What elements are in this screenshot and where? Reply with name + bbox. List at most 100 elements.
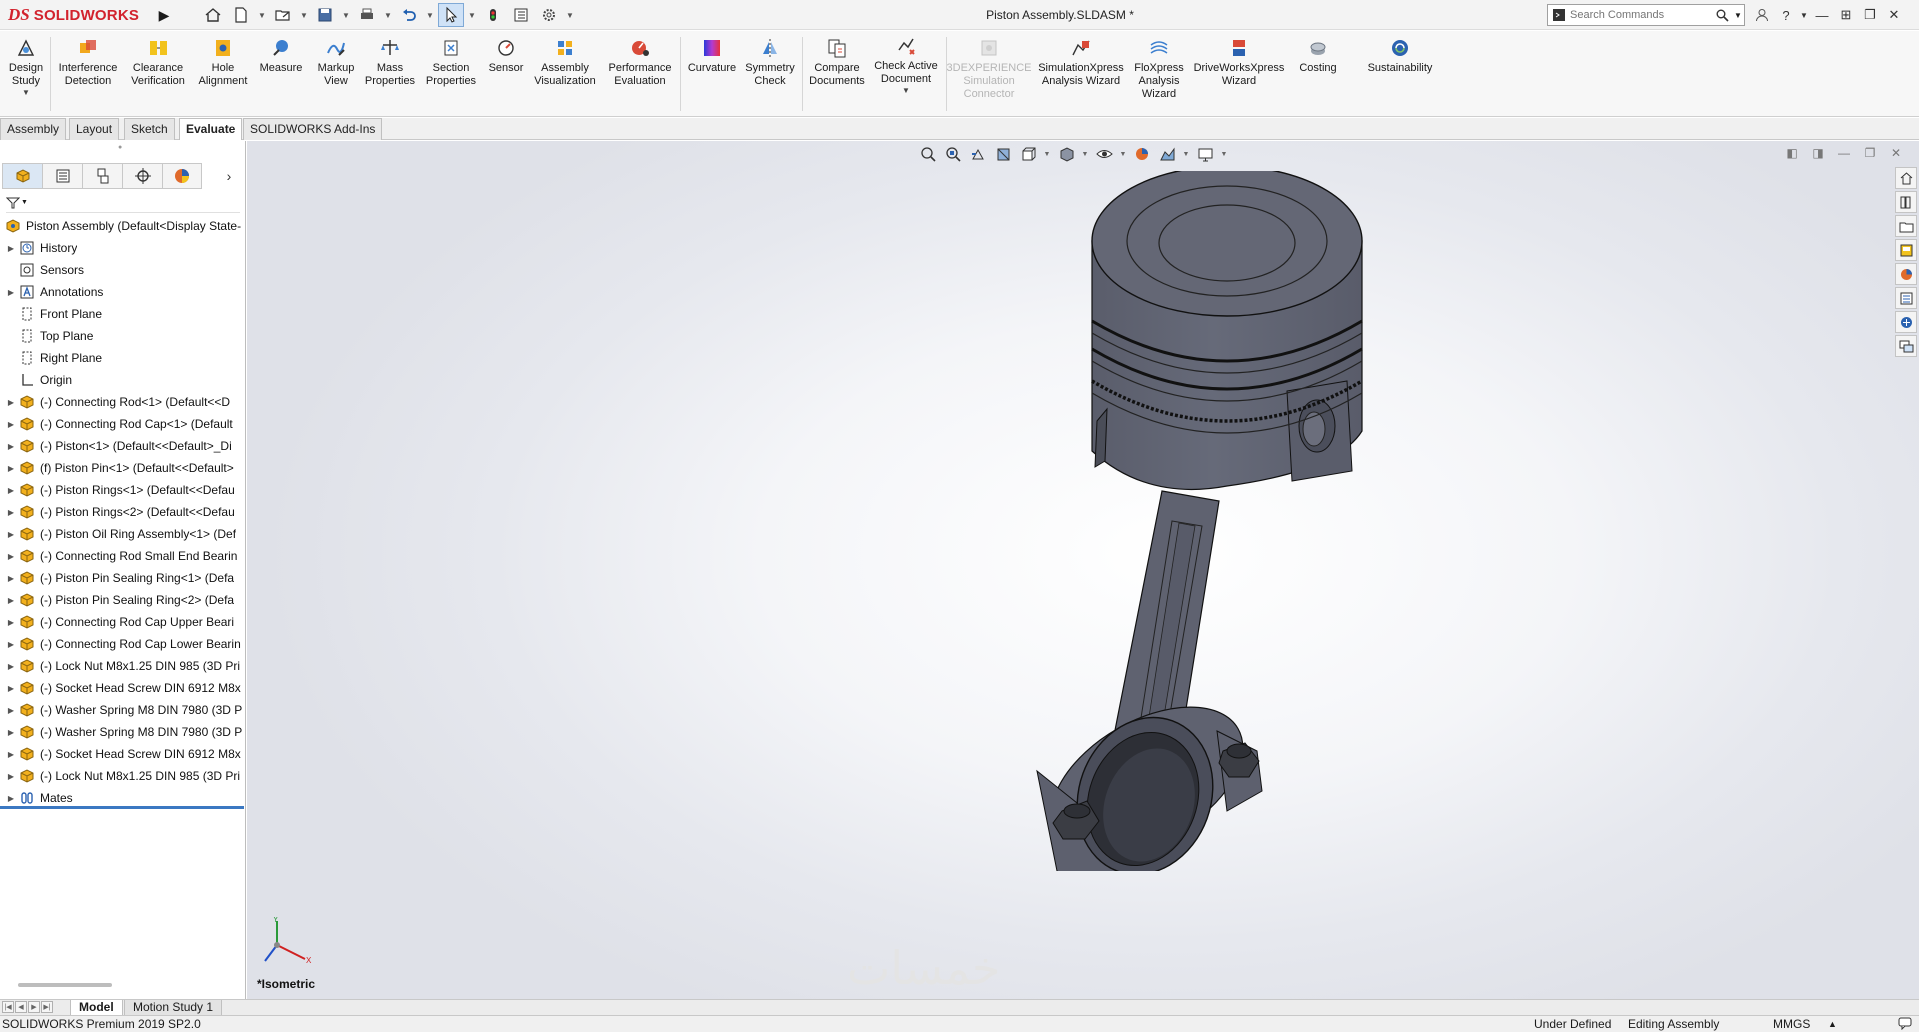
expand-arrow-icon[interactable]: ▶ xyxy=(4,442,18,451)
curvature-button[interactable]: Curvature xyxy=(684,37,740,75)
restore-icon[interactable]: ❐ xyxy=(1858,3,1882,27)
solidworks-logo[interactable]: DS SOLIDWORKS xyxy=(8,2,152,28)
simulationxpress-button[interactable]: SimulationXpress Analysis Wizard xyxy=(1034,37,1128,88)
driveworksxpress-button[interactable]: DriveWorksXpress Wizard xyxy=(1190,37,1288,88)
tree-item-component[interactable]: ▶ (-) Washer Spring M8 DIN 7980 (3D P xyxy=(0,721,246,743)
expand-arrow-icon[interactable]: ▶ xyxy=(4,552,18,561)
configurationmanager-tab-icon[interactable] xyxy=(82,163,122,189)
viewport-restore-icon[interactable]: ❐ xyxy=(1861,145,1879,161)
design-library-icon[interactable] xyxy=(1895,191,1917,213)
options-gear-icon[interactable] xyxy=(536,3,562,27)
tree-item-component[interactable]: ▶ (-) Socket Head Screw DIN 6912 M8x xyxy=(0,677,246,699)
new-document-icon[interactable] xyxy=(228,3,254,27)
3dexperience-connector-button[interactable]: 3DEXPERIENCE Simulation Connector xyxy=(947,37,1032,101)
previous-view-icon[interactable] xyxy=(967,143,989,165)
tree-item-origin[interactable]: Origin xyxy=(0,369,246,391)
costing-button[interactable]: Costing xyxy=(1290,37,1346,75)
view-palette-icon[interactable] xyxy=(1895,239,1917,261)
filter-dropdown-icon[interactable]: ▼ xyxy=(21,199,28,206)
tab-evaluate[interactable]: Evaluate xyxy=(179,118,243,140)
tile-windows-icon[interactable]: ⊞ xyxy=(1834,3,1858,27)
expand-arrow-icon[interactable]: ▶ xyxy=(4,750,18,759)
sensor-button[interactable]: Sensor xyxy=(484,37,528,75)
panel-grip-icon[interactable]: ● xyxy=(118,144,122,151)
filter-funnel-icon[interactable] xyxy=(6,196,20,210)
first-tab-icon[interactable]: |◀ xyxy=(2,1001,14,1013)
solidworks-forum-icon[interactable] xyxy=(1895,311,1917,333)
expand-arrow-icon[interactable]: ▶ xyxy=(4,706,18,715)
tree-item-component[interactable]: ▶ (f) Piston Pin<1> (Default<<Default> xyxy=(0,457,246,479)
user-account-icon[interactable] xyxy=(1750,3,1774,27)
viewport-next-icon[interactable]: ◨ xyxy=(1809,145,1827,161)
check-active-document-button[interactable]: Check Active Document ▼ xyxy=(870,35,942,96)
tree-item-component[interactable]: ▶ (-) Piston Rings<1> (Default<<Defau xyxy=(0,479,246,501)
tree-item-component[interactable]: ▶ (-) Piston Pin Sealing Ring<1> (Defa xyxy=(0,567,246,589)
expand-arrow-icon[interactable]: ▶ xyxy=(4,508,18,517)
tab-layout[interactable]: Layout xyxy=(69,118,120,140)
prev-tab-icon[interactable]: ◀ xyxy=(15,1001,27,1013)
editing-mode-status[interactable]: Editing Assembly xyxy=(1628,1016,1719,1032)
tree-item-top-plane[interactable]: Top Plane xyxy=(0,325,246,347)
assembly-visualization-button[interactable]: Assembly Visualization xyxy=(530,37,600,88)
tree-root-assembly[interactable]: Piston Assembly (Default<Display State- xyxy=(0,215,246,237)
tab-model[interactable]: Model xyxy=(70,1000,123,1016)
expand-arrow-icon[interactable]: ▶ xyxy=(4,794,18,803)
dimxpertmanager-tab-icon[interactable] xyxy=(122,163,162,189)
expand-arrow-icon[interactable]: ▶ xyxy=(4,684,18,693)
tree-item-component[interactable]: ▶ (-) Connecting Rod Cap Lower Bearin xyxy=(0,633,246,655)
home-icon[interactable] xyxy=(200,3,226,27)
unit-system-status[interactable]: MMGS xyxy=(1773,1016,1810,1032)
hide-show-items-icon[interactable] xyxy=(1093,143,1115,165)
tab-assembly[interactable]: Assembly xyxy=(0,118,67,140)
section-properties-button[interactable]: Section Properties xyxy=(420,37,482,88)
edit-appearance-icon[interactable] xyxy=(1131,143,1153,165)
rebuild-icon[interactable] xyxy=(480,3,506,27)
symmetry-check-button[interactable]: Symmetry Check xyxy=(742,37,798,88)
compare-documents-button[interactable]: Compare Documents xyxy=(806,37,868,88)
tree-item-annotations[interactable]: ▶ Annotations xyxy=(0,281,246,303)
tooltip-toggle-icon[interactable] xyxy=(1898,1016,1912,1032)
help-dropdown-icon[interactable]: ▼ xyxy=(1798,3,1810,27)
hole-alignment-button[interactable]: Hole Alignment xyxy=(194,37,252,88)
design-study-button[interactable]: Design Study ▼ xyxy=(6,37,46,98)
expand-arrow-icon[interactable]: ▶ xyxy=(4,420,18,429)
open-dropdown-icon[interactable]: ▼ xyxy=(298,3,310,27)
expand-arrow-icon[interactable]: ▶ xyxy=(4,486,18,495)
zoom-to-fit-icon[interactable] xyxy=(917,143,939,165)
tree-item-component[interactable]: ▶ (-) Connecting Rod<1> (Default<<D xyxy=(0,391,246,413)
open-folder-icon[interactable] xyxy=(270,3,296,27)
expand-arrow-icon[interactable]: ▶ xyxy=(4,288,18,297)
tree-item-component[interactable]: ▶ (-) Lock Nut M8x1.25 DIN 985 (3D Pri xyxy=(0,655,246,677)
view-orientation-icon[interactable] xyxy=(1017,143,1039,165)
expand-arrow-icon[interactable]: ▶ xyxy=(4,662,18,671)
tree-item-component[interactable]: ▶ (-) Lock Nut M8x1.25 DIN 985 (3D Pri xyxy=(0,765,246,787)
tree-item-sensors[interactable]: Sensors xyxy=(0,259,246,281)
hide-show-dropdown-icon[interactable]: ▼ xyxy=(1118,143,1128,165)
displaymanager-tab-icon[interactable] xyxy=(162,163,202,189)
viewport-minimize-icon[interactable]: — xyxy=(1835,145,1853,161)
tree-item-history[interactable]: ▶ History xyxy=(0,237,246,259)
help-icon[interactable]: ? xyxy=(1774,3,1798,27)
solidworks-resources-icon[interactable] xyxy=(1895,167,1917,189)
community-chat-icon[interactable] xyxy=(1895,335,1917,357)
tree-item-component[interactable]: ▶ (-) Piston Oil Ring Assembly<1> (Def xyxy=(0,523,246,545)
featuremanager-tab-icon[interactable] xyxy=(2,163,42,189)
tree-item-component[interactable]: ▶ (-) Connecting Rod Small End Bearin xyxy=(0,545,246,567)
expand-arrow-icon[interactable]: ▶ xyxy=(4,728,18,737)
tab-motion-study-1[interactable]: Motion Study 1 xyxy=(124,1000,223,1016)
view-settings-dropdown-icon[interactable]: ▼ xyxy=(1219,143,1229,165)
floxpress-button[interactable]: FloXpress Analysis Wizard xyxy=(1130,37,1188,101)
menu-expand-arrow-icon[interactable]: ▶ xyxy=(156,4,172,26)
select-dropdown-icon[interactable]: ▼ xyxy=(466,3,478,27)
new-dropdown-icon[interactable]: ▼ xyxy=(256,3,268,27)
panel-more-arrow-icon[interactable]: › xyxy=(219,163,239,189)
file-explorer-icon[interactable] xyxy=(1895,215,1917,237)
section-view-icon[interactable] xyxy=(992,143,1014,165)
expand-arrow-icon[interactable]: ▶ xyxy=(4,772,18,781)
close-icon[interactable]: ✕ xyxy=(1882,3,1906,27)
tree-item-front-plane[interactable]: Front Plane xyxy=(0,303,246,325)
sustainability-button[interactable]: Sustainability xyxy=(1358,37,1442,75)
tree-item-right-plane[interactable]: Right Plane xyxy=(0,347,246,369)
tree-filter[interactable]: ▼ xyxy=(6,193,240,213)
view-orientation-dropdown-icon[interactable]: ▼ xyxy=(1042,143,1052,165)
